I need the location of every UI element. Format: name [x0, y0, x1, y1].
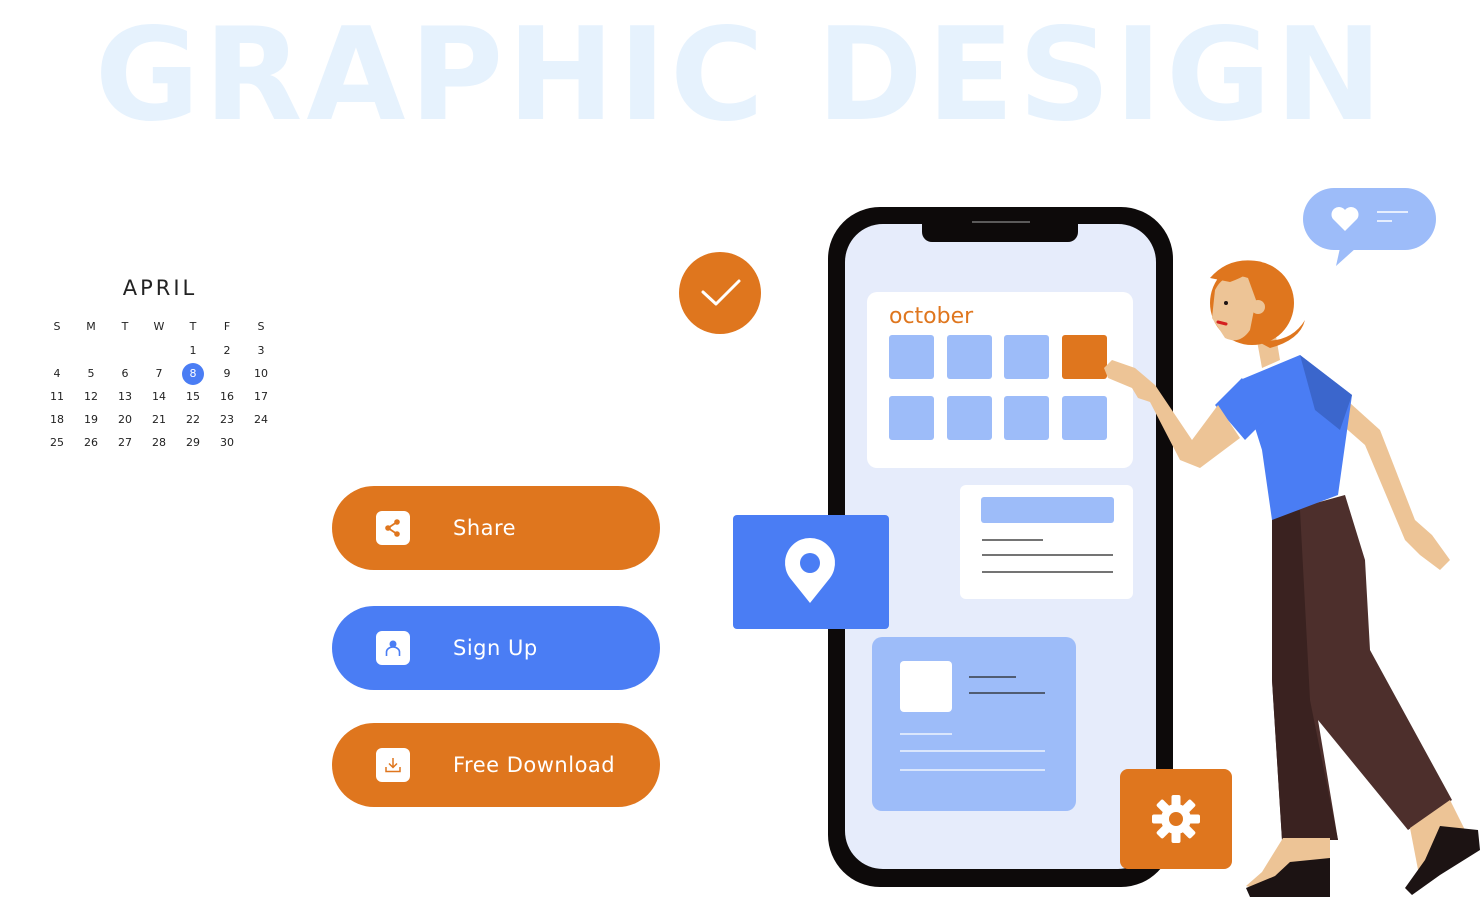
calendar-card: october: [867, 292, 1133, 468]
check-badge-icon: [679, 252, 761, 334]
text-card: [960, 485, 1133, 599]
calendar-card-month: october: [889, 304, 974, 329]
heart-bubble-icon: [1303, 188, 1436, 266]
phone-illustration: october: [679, 188, 1480, 897]
image-card: [872, 637, 1076, 811]
location-card: [733, 515, 889, 629]
settings-card: [1120, 769, 1232, 869]
gear-icon: [1152, 795, 1200, 843]
